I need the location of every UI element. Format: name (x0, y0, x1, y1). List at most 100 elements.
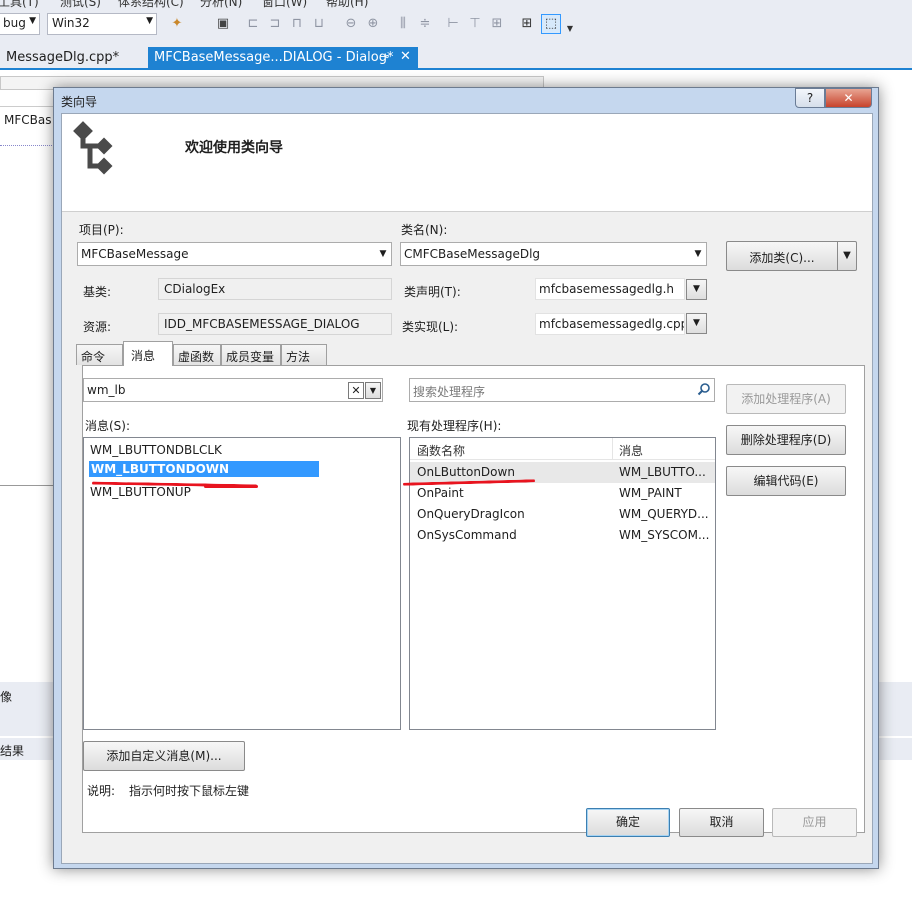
class-wizard-dialog: 类向导 ? ✕ 欢迎使用类向导 项目(P): MFCBaseMessage ▼ … (53, 87, 879, 869)
list-item-wm-lbuttondown[interactable]: WM_LBUTTONDOWN (89, 461, 319, 477)
menu-window[interactable]: 窗口(W) (262, 0, 307, 8)
tab-methods[interactable]: 方法 (281, 344, 327, 365)
handler-search-input[interactable]: 搜索处理程序 (409, 378, 715, 402)
edit-code-button[interactable]: 编辑代码(E) (726, 466, 846, 496)
existing-handlers-label: 现有处理程序(H): (407, 419, 502, 433)
chevron-down-icon: ▼ (29, 16, 36, 26)
resource-label: 资源: (83, 320, 112, 334)
message-filter-value: wm_lb (87, 383, 126, 397)
pin-icon[interactable]: ⊸ (380, 50, 389, 63)
tab-label: 虚函数 (178, 350, 215, 364)
resource-field: IDD_MFCBASEMESSAGE_DIALOG (158, 313, 392, 335)
class-impl-field: mfcbasemessagedlg.cpp (535, 313, 685, 335)
menu-help[interactable]: 帮助(H) (326, 0, 368, 8)
tab-label: 消息 (131, 349, 156, 363)
messages-listbox[interactable]: WM_LBUTTONDBLCLK WM_LBUTTONDOWN WM_LBUTT… (83, 437, 401, 730)
apply-button[interactable]: 应用 (772, 808, 857, 837)
class-decl-dropdown-button[interactable]: ▼ (686, 279, 707, 300)
tab-messagedlg-cpp[interactable]: MessageDlg.cpp* (0, 47, 125, 70)
add-custom-message-button[interactable]: 添加自定义消息(M)... (83, 741, 245, 771)
clear-filter-button[interactable]: ✕ (348, 382, 364, 399)
list-item-wm-lbuttonup[interactable]: WM_LBUTTONUP (90, 485, 191, 499)
platform-combo-value: Win32 (52, 16, 90, 30)
chevron-down-icon: ▼ (379, 249, 387, 259)
class-impl-value: mfcbasemessagedlg.cpp (539, 317, 685, 331)
delete-handler-button[interactable]: 删除处理程序(D) (726, 425, 846, 455)
platform-combo[interactable]: Win32 ▼ (47, 13, 157, 35)
add-class-label: 添加类(C)... (749, 251, 815, 265)
config-combo-value: bug (3, 16, 26, 30)
grid-icon[interactable]: ⊞ (520, 17, 534, 31)
tab-member-variables[interactable]: 成员变量 (221, 344, 281, 365)
column-header-message[interactable]: 消息 (619, 442, 643, 459)
space-across-icon[interactable]: ⫼ (396, 17, 410, 31)
table-row[interactable]: OnSysCommand WM_SYSCOM... (410, 525, 715, 546)
menu-tools[interactable]: 工具(T) (0, 0, 39, 8)
table-row[interactable]: OnQueryDragIcon WM_QUERYD... (410, 504, 715, 525)
ide-document-tabs: MessageDlg.cpp* MFCBaseMessage...DIALOG … (0, 44, 912, 70)
split-divider (837, 242, 838, 270)
handler-message: WM_SYSCOM... (619, 528, 710, 542)
chevron-down-icon[interactable]: ▼ (839, 250, 855, 261)
help-button[interactable]: ? (795, 88, 825, 108)
table-row[interactable]: OnPaint WM_PAINT (410, 483, 715, 504)
add-class-button[interactable]: 添加类(C)... ▼ (726, 241, 857, 271)
find-icon[interactable]: ✦ (170, 17, 184, 31)
dialog-test-icon[interactable]: ▣ (216, 17, 230, 31)
class-decl-field: mfcbasemessagedlg.h (535, 278, 685, 300)
align-top-icon[interactable]: ⊓ (290, 17, 304, 31)
tab-commands[interactable]: 命令 (76, 344, 123, 365)
base-class-field: CDialogEx (158, 278, 392, 300)
chevron-down-icon: ▼ (694, 249, 702, 259)
tab-label: 命令 (81, 350, 106, 364)
tab-dialog-editor[interactable]: MFCBaseMessage...DIALOG - Dialog* ⊸ ✕ (148, 47, 418, 70)
list-item-wm-lbuttondblclk[interactable]: WM_LBUTTONDBLCLK (90, 443, 222, 457)
close-button[interactable]: ✕ (825, 88, 872, 108)
tab-virtual-functions[interactable]: 虚函数 (173, 344, 221, 365)
menu-architecture[interactable]: 体系结构(C) (118, 0, 184, 8)
dotted-divider (0, 145, 54, 146)
handler-name: OnQueryDragIcon (417, 507, 525, 521)
handler-message: WM_PAINT (619, 486, 682, 500)
handlers-listview[interactable]: 函数名称 消息 OnLButtonDown WM_LBUTTO... OnPai… (402, 437, 716, 730)
project-label: 项目(P): (79, 223, 124, 237)
align-left-icon[interactable]: ⊏ (246, 17, 260, 31)
make-same-size-icon[interactable]: ⊞ (490, 17, 504, 31)
align-bottom-icon[interactable]: ⊔ (312, 17, 326, 31)
project-value: MFCBaseMessage (81, 247, 189, 261)
align-right-icon[interactable]: ⊐ (268, 17, 282, 31)
handler-name: OnPaint (417, 486, 464, 500)
class-impl-dropdown-button[interactable]: ▼ (686, 313, 707, 334)
tab-messages[interactable]: 消息 (123, 341, 173, 366)
make-same-width-icon[interactable]: ⊢ (446, 17, 460, 31)
guides-icon[interactable]: ⬚ (541, 14, 561, 34)
tab-label: MFCBaseMessage...DIALOG - Dialog* (154, 50, 394, 65)
table-row[interactable]: OnLButtonDown WM_LBUTTO... (410, 462, 715, 483)
description-label: 说明: (87, 784, 116, 798)
space-down-icon[interactable]: ≑ (418, 17, 432, 31)
center-vertical-icon[interactable]: ⊖ (344, 17, 358, 31)
base-class-value: CDialogEx (164, 282, 226, 296)
column-header-function-name[interactable]: 函数名称 (417, 442, 465, 459)
classname-combo[interactable]: CMFCBaseMessageDlg ▼ (400, 242, 707, 266)
ok-button[interactable]: 确定 (586, 808, 670, 837)
ide-left-panel: MFCBas (0, 106, 54, 486)
center-horizontal-icon[interactable]: ⊕ (366, 17, 380, 31)
project-combo[interactable]: MFCBaseMessage ▼ (77, 242, 392, 266)
tab-label: MessageDlg.cpp* (6, 50, 120, 65)
menu-test[interactable]: 测试(S) (60, 0, 101, 8)
config-combo[interactable]: bug ▼ (0, 13, 40, 35)
add-handler-button[interactable]: 添加处理程序(A) (726, 384, 846, 414)
make-same-height-icon[interactable]: ⊤ (468, 17, 482, 31)
search-icon[interactable] (697, 382, 711, 396)
left-panel-label: MFCBas (4, 113, 52, 127)
chevron-down-icon[interactable]: ▼ (563, 22, 577, 36)
ide-toolbar: bug ▼ Win32 ▼ ✦ ▣ ⊏ ⊐ ⊓ ⊔ ⊖ ⊕ ⫼ ≑ ⊢ ⊤ ⊞ ⊞ … (0, 8, 912, 44)
filter-dropdown-button[interactable]: ▼ (365, 382, 381, 399)
message-filter-input[interactable]: wm_lb ✕ ▼ (83, 378, 383, 402)
handler-name: OnSysCommand (417, 528, 517, 542)
menu-analyze[interactable]: 分析(N) (200, 0, 242, 8)
cancel-button[interactable]: 取消 (679, 808, 764, 837)
resource-value: IDD_MFCBASEMESSAGE_DIALOG (164, 317, 360, 331)
close-icon[interactable]: ✕ (400, 49, 411, 64)
